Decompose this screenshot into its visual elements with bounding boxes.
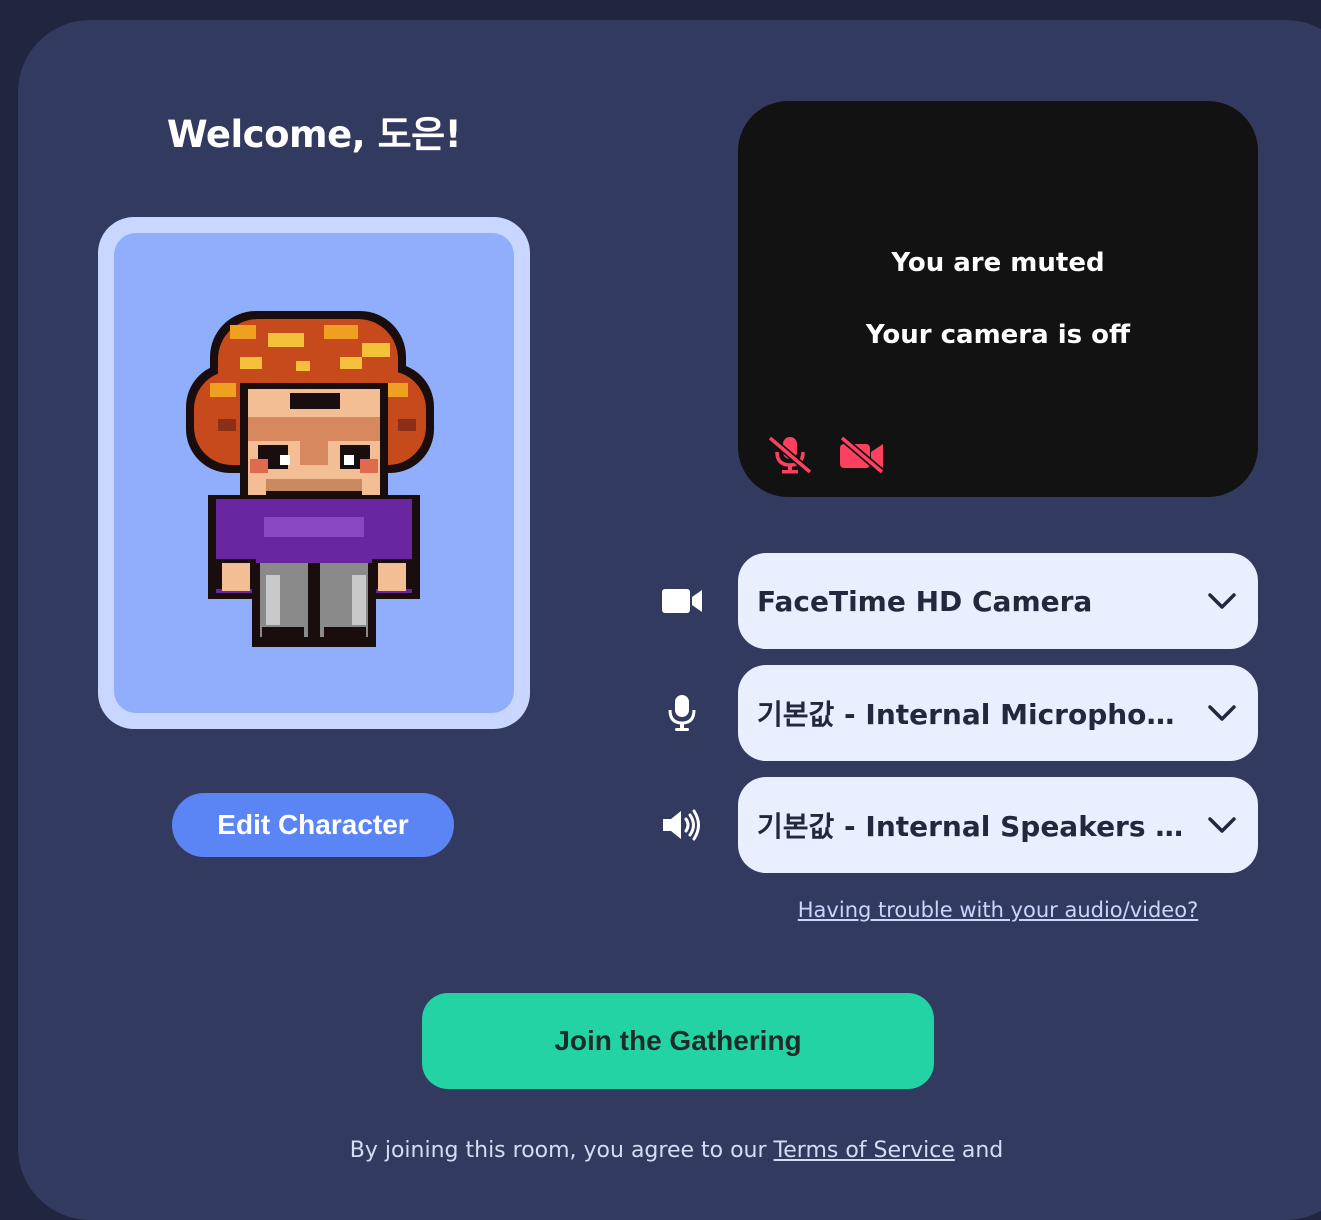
terms-of-service-link[interactable]: Terms of Service <box>774 1138 955 1163</box>
chevron-down-icon <box>1208 817 1236 833</box>
avatar-character-image <box>186 311 434 647</box>
terms-notice-suffix: and <box>961 1138 1004 1163</box>
speaker-select[interactable]: 기본값 - Internal Speakers (Built-in) <box>738 777 1258 873</box>
av-trouble-link[interactable]: Having trouble with your audio/video? <box>738 898 1258 922</box>
camera-select-value: FaceTime HD Camera <box>757 584 1093 618</box>
microphone-select[interactable]: 기본값 - Internal Microphone (Built-in) <box>738 665 1258 761</box>
avatar-preview <box>114 233 514 713</box>
muted-status-text: You are muted <box>891 248 1105 278</box>
avatar-frame <box>98 217 530 729</box>
chevron-down-icon <box>1208 705 1236 721</box>
camera-off-status-text: Your camera is off <box>865 320 1131 350</box>
speaker-select-value: 기본값 - Internal Speakers (Built-in) <box>757 810 1206 843</box>
join-gathering-button[interactable]: Join the Gathering <box>422 993 934 1089</box>
terms-notice-prefix: By joining this room, you agree to our <box>349 1138 767 1163</box>
chevron-down-icon <box>1208 593 1236 609</box>
camera-select[interactable]: FaceTime HD Camera <box>738 553 1258 649</box>
video-preview: You are muted Your camera is off <box>738 101 1258 497</box>
edit-character-button[interactable]: Edit Character <box>172 793 454 857</box>
welcome-title: Welcome, 도은! <box>166 113 462 156</box>
avatar-face <box>240 383 388 511</box>
mic-off-icon[interactable] <box>766 435 814 475</box>
video-off-icon[interactable] <box>838 435 886 475</box>
speaker-icon <box>658 801 706 849</box>
avatar-body <box>208 495 420 647</box>
microphone-icon <box>658 689 706 737</box>
microphone-select-value: 기본값 - Internal Microphone (Built-in) <box>757 698 1206 731</box>
terms-notice: By joining this room, you agree to our T… <box>0 1138 1321 1163</box>
video-camera-icon <box>658 577 706 625</box>
